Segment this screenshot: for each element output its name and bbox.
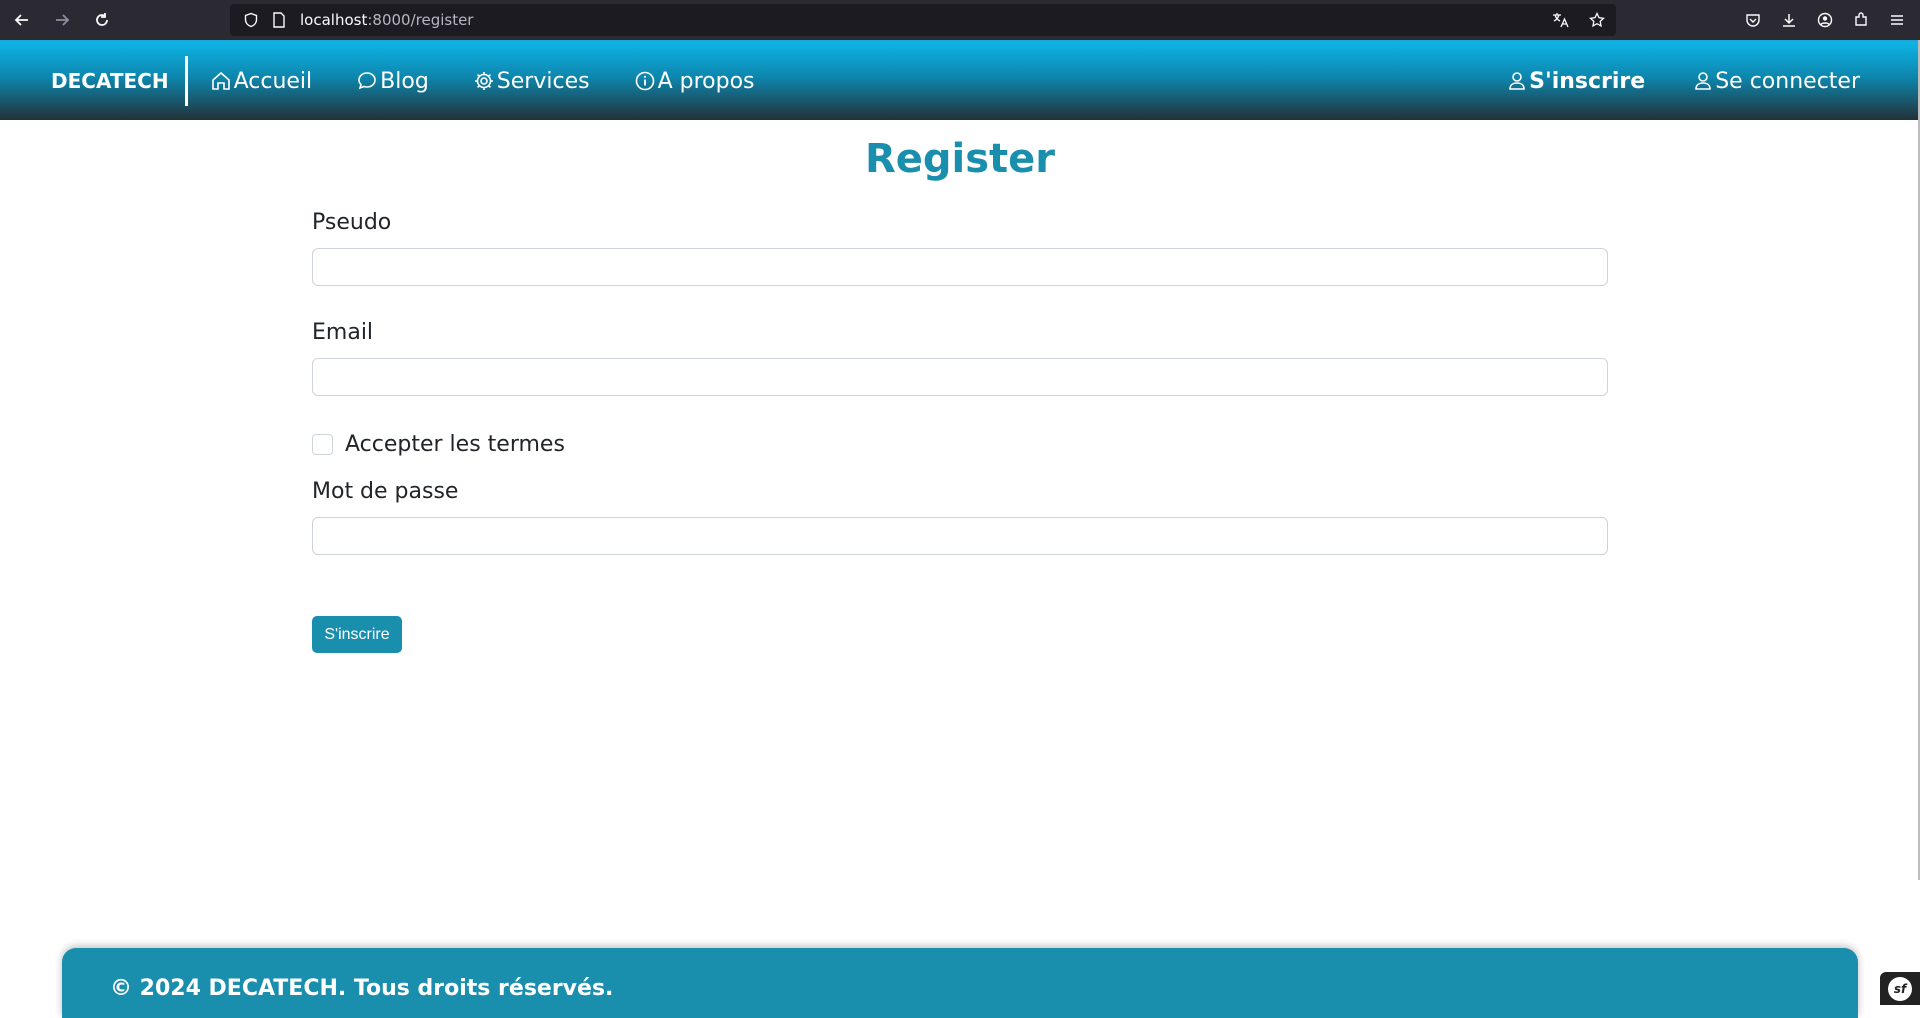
nav-links: Accueil Blog Services A propos bbox=[210, 69, 755, 94]
pseudo-label: Pseudo bbox=[312, 210, 392, 235]
back-icon[interactable] bbox=[4, 4, 40, 36]
nav-link-accueil[interactable]: Accueil bbox=[210, 68, 313, 94]
info-icon bbox=[635, 71, 654, 91]
translate-icon[interactable] bbox=[1550, 9, 1572, 31]
forward-icon[interactable] bbox=[44, 4, 80, 36]
extensions-icon[interactable] bbox=[1850, 9, 1872, 31]
shield-icon[interactable] bbox=[242, 11, 260, 29]
pseudo-input[interactable] bbox=[312, 248, 1608, 286]
footer: © 2024 DECATECH. Tous droits réservés. bbox=[62, 948, 1858, 1018]
home-icon bbox=[211, 71, 230, 90]
menu-icon[interactable] bbox=[1886, 9, 1908, 31]
url-path: :8000/register bbox=[367, 11, 474, 29]
pocket-icon[interactable] bbox=[1742, 9, 1764, 31]
gear-icon bbox=[474, 72, 493, 90]
nav-link-label: A propos bbox=[657, 68, 755, 94]
nav-link-label: Accueil bbox=[233, 68, 313, 94]
browser-toolbar: localhost:8000/register bbox=[0, 0, 1920, 40]
nav-login-link[interactable]: Se connecter bbox=[1693, 69, 1860, 94]
url-text[interactable]: localhost:8000/register bbox=[300, 11, 473, 29]
nav-register-link[interactable]: S'inscrire bbox=[1507, 69, 1645, 94]
register-form: Pseudo Email Accepter les termes Mot de … bbox=[312, 210, 1608, 653]
bookmark-star-icon[interactable] bbox=[1586, 9, 1608, 31]
user-icon bbox=[1509, 72, 1525, 90]
nav-link-a-propos[interactable]: A propos bbox=[634, 69, 755, 94]
auth-links: S'inscrire Se connecter bbox=[1507, 69, 1860, 94]
page-title: Register bbox=[864, 136, 1056, 182]
register-submit-button[interactable]: S'inscrire bbox=[312, 616, 402, 653]
email-label: Email bbox=[312, 320, 374, 345]
nav-link-blog[interactable]: Blog bbox=[356, 69, 429, 94]
nav-link-services[interactable]: Services bbox=[473, 69, 590, 94]
password-input[interactable] bbox=[312, 517, 1608, 555]
terms-row: Accepter les termes bbox=[312, 432, 1608, 457]
nav-link-label: Blog bbox=[380, 68, 429, 94]
brand-logo[interactable]: DECATECH bbox=[51, 56, 188, 106]
password-label: Mot de passe bbox=[312, 479, 459, 504]
symfony-debug-toolbar-toggle[interactable]: sf bbox=[1880, 972, 1920, 1005]
user-icon bbox=[1695, 72, 1712, 90]
nav-register-label: S'inscrire bbox=[1529, 68, 1646, 94]
terms-checkbox[interactable] bbox=[312, 434, 333, 455]
site-navbar: DECATECH Accueil Blog Services A propos … bbox=[0, 40, 1918, 120]
terms-label[interactable]: Accepter les termes bbox=[345, 432, 565, 457]
url-bar[interactable]: localhost:8000/register bbox=[230, 4, 1616, 36]
url-host: localhost bbox=[300, 11, 368, 29]
reload-icon[interactable] bbox=[84, 4, 120, 36]
nav-link-label: Services bbox=[496, 68, 590, 94]
symfony-logo-icon: sf bbox=[1888, 976, 1912, 1001]
download-icon[interactable] bbox=[1778, 9, 1800, 31]
footer-copyright: © 2024 DECATECH. Tous droits réservés. bbox=[110, 976, 614, 1001]
account-icon[interactable] bbox=[1814, 9, 1836, 31]
page-icon bbox=[270, 11, 288, 29]
nav-login-label: Se connecter bbox=[1715, 68, 1860, 94]
chat-bubble-icon bbox=[358, 72, 376, 90]
email-input[interactable] bbox=[312, 358, 1608, 396]
